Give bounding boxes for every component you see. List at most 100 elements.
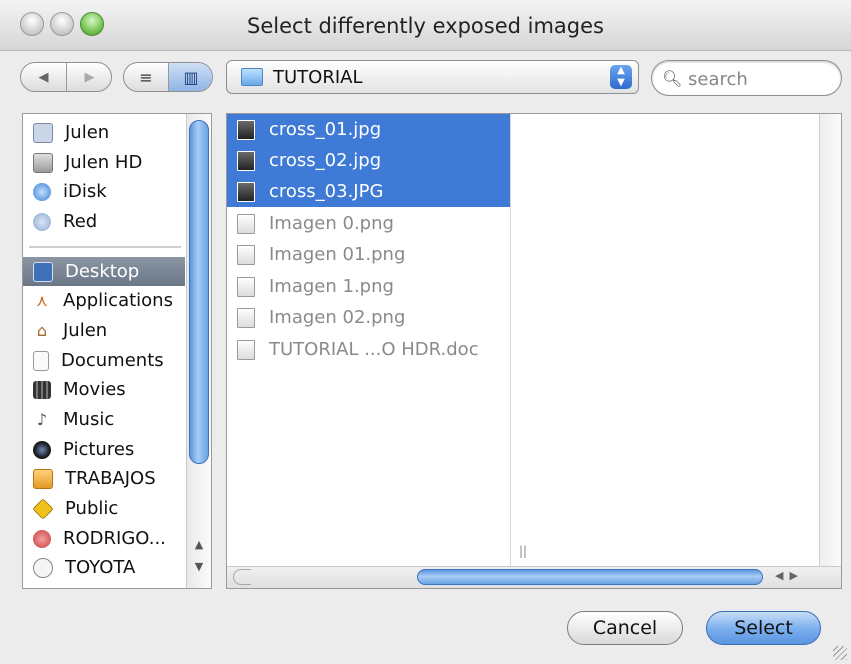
horizontal-scroll-arrows-icon[interactable]: ◀▶: [775, 569, 804, 582]
sidebar-item-label: Movies: [63, 379, 126, 400]
sidebar-item-pictures[interactable]: Pictures: [23, 435, 185, 464]
file-item-imagen-1: Imagen 1.png: [227, 271, 510, 302]
file-name: Imagen 0.png: [269, 213, 394, 234]
image-file-icon: [237, 181, 255, 202]
resize-grip-icon[interactable]: [833, 646, 847, 660]
file-item-cross-02[interactable]: cross_02.jpg: [227, 145, 510, 176]
file-name: cross_02.jpg: [269, 150, 382, 171]
music-icon: ♪: [36, 410, 48, 429]
network-icon: [33, 212, 51, 231]
open-dialog: Select differently exposed images ◀ ▶ ≡ …: [0, 0, 851, 664]
sidebar-item-toyota[interactable]: TOYOTA: [23, 553, 185, 582]
desktop-icon: [33, 261, 53, 282]
folder-icon: [241, 68, 263, 86]
sidebar-item-label: Applications: [63, 290, 173, 311]
horizontal-scroll-thumb[interactable]: [417, 569, 763, 585]
sidebar-item-music[interactable]: ♪ Music: [23, 405, 185, 434]
search-input[interactable]: [686, 68, 835, 90]
sidebar-item-label: RODRIGO...: [63, 528, 166, 549]
sidebar-item-julen-home[interactable]: ⌂ Julen: [23, 316, 185, 345]
column-resize-handle[interactable]: ||: [519, 544, 527, 558]
sidebar-item-label: Public: [65, 498, 119, 519]
column-view-button[interactable]: ▥: [169, 63, 212, 91]
folder-icon: [33, 468, 53, 489]
column-scrollbar[interactable]: [819, 114, 841, 566]
list-view-icon: ≡: [139, 67, 153, 87]
document-file-icon: [237, 339, 255, 360]
sidebar-item-label: Desktop: [65, 261, 140, 282]
image-file-icon: [237, 213, 255, 234]
pictures-icon: [33, 440, 51, 459]
file-name: Imagen 02.png: [269, 307, 406, 328]
sidebar-scroll-thumb[interactable]: [189, 120, 209, 464]
idisk-icon: [33, 182, 51, 201]
sidebar-item-red[interactable]: Red: [23, 207, 185, 236]
scroll-up-arrow-icon[interactable]: ▲: [191, 538, 207, 554]
image-file-icon: [237, 244, 255, 265]
sidebar-item-label: iDisk: [63, 181, 107, 202]
popup-arrows-icon: ▲ ▼: [610, 65, 632, 89]
back-button[interactable]: ◀: [21, 63, 66, 91]
sidebar-item-documents[interactable]: Documents: [23, 346, 185, 375]
search-field[interactable]: 🔍︎: [651, 60, 842, 96]
applications-icon: ⋏: [36, 291, 48, 310]
sidebar-item-label: Julen: [65, 122, 110, 143]
scroll-down-arrow-icon[interactable]: ▼: [191, 560, 207, 576]
cancel-button[interactable]: Cancel: [567, 611, 683, 645]
sidebar-item-label: Music: [63, 409, 115, 430]
documents-icon: [33, 350, 49, 371]
sidebar-item-rodrigo[interactable]: RODRIGO...: [23, 524, 185, 553]
scroll-track-start: [233, 569, 251, 585]
sidebar-item-label: TOYOTA: [65, 557, 136, 578]
rodrigo-icon: [33, 529, 51, 548]
sidebar-item-label: Julen: [63, 320, 108, 341]
select-button[interactable]: Select: [706, 611, 821, 645]
sidebar-item-trabajos[interactable]: TRABAJOS: [23, 464, 185, 493]
hard-drive-icon: [33, 152, 53, 173]
file-item-cross-01[interactable]: cross_01.jpg: [227, 114, 510, 145]
sidebar: Julen Julen HD iDisk Red Desktop ⋏ Appli…: [22, 113, 212, 589]
view-mode-control: ≡ ▥: [123, 62, 213, 92]
back-arrow-icon: ◀: [38, 69, 49, 85]
image-file-icon: [237, 307, 255, 328]
sidebar-item-movies[interactable]: Movies: [23, 375, 185, 404]
file-name: TUTORIAL ...O HDR.doc: [269, 339, 479, 360]
file-item-imagen-01: Imagen 01.png: [227, 239, 510, 270]
sidebar-item-applications[interactable]: ⋏ Applications: [23, 286, 185, 315]
file-name: Imagen 1.png: [269, 276, 394, 297]
file-column: cross_01.jpg cross_02.jpg cross_03.JPG I…: [227, 114, 511, 566]
sidebar-item-julen-computer[interactable]: Julen: [23, 118, 185, 147]
home-icon: ⌂: [36, 321, 48, 340]
public-icon: [32, 497, 54, 520]
image-file-icon: [237, 150, 255, 171]
forward-arrow-icon: ▶: [84, 69, 95, 85]
title-bar: Select differently exposed images: [0, 0, 851, 51]
sidebar-item-public[interactable]: Public: [23, 494, 185, 523]
file-name: cross_01.jpg: [269, 119, 382, 140]
file-name: cross_03.JPG: [269, 181, 384, 202]
computer-icon: [33, 122, 53, 143]
movies-icon: [33, 380, 51, 399]
sidebar-item-label: Red: [63, 211, 98, 232]
sidebar-item-idisk[interactable]: iDisk: [23, 177, 185, 206]
window-title: Select differently exposed images: [247, 14, 604, 38]
sidebar-scrollbar[interactable]: ▲ ▼: [186, 114, 211, 588]
sidebar-item-desktop[interactable]: Desktop: [23, 257, 185, 286]
path-popup-button[interactable]: TUTORIAL ▲ ▼: [226, 60, 639, 94]
file-browser: cross_01.jpg cross_02.jpg cross_03.JPG I…: [226, 113, 842, 589]
sidebar-item-julen-hd[interactable]: Julen HD: [23, 148, 185, 177]
back-forward-control: ◀ ▶: [20, 62, 112, 92]
sidebar-item-label: Pictures: [63, 439, 135, 460]
sidebar-divider: [29, 246, 181, 248]
file-name: Imagen 01.png: [269, 244, 406, 265]
file-item-imagen-02: Imagen 02.png: [227, 302, 510, 333]
list-view-button[interactable]: ≡: [124, 63, 168, 91]
toyota-icon: [33, 557, 53, 578]
horizontal-scrollbar[interactable]: ◀▶: [227, 566, 841, 588]
image-file-icon: [237, 276, 255, 297]
file-item-tutorial-doc: TUTORIAL ...O HDR.doc: [227, 334, 510, 365]
column-view-icon: ▥: [183, 67, 199, 87]
forward-button[interactable]: ▶: [67, 63, 111, 91]
search-icon: 🔍︎: [662, 69, 683, 88]
file-item-cross-03[interactable]: cross_03.JPG: [227, 176, 510, 207]
